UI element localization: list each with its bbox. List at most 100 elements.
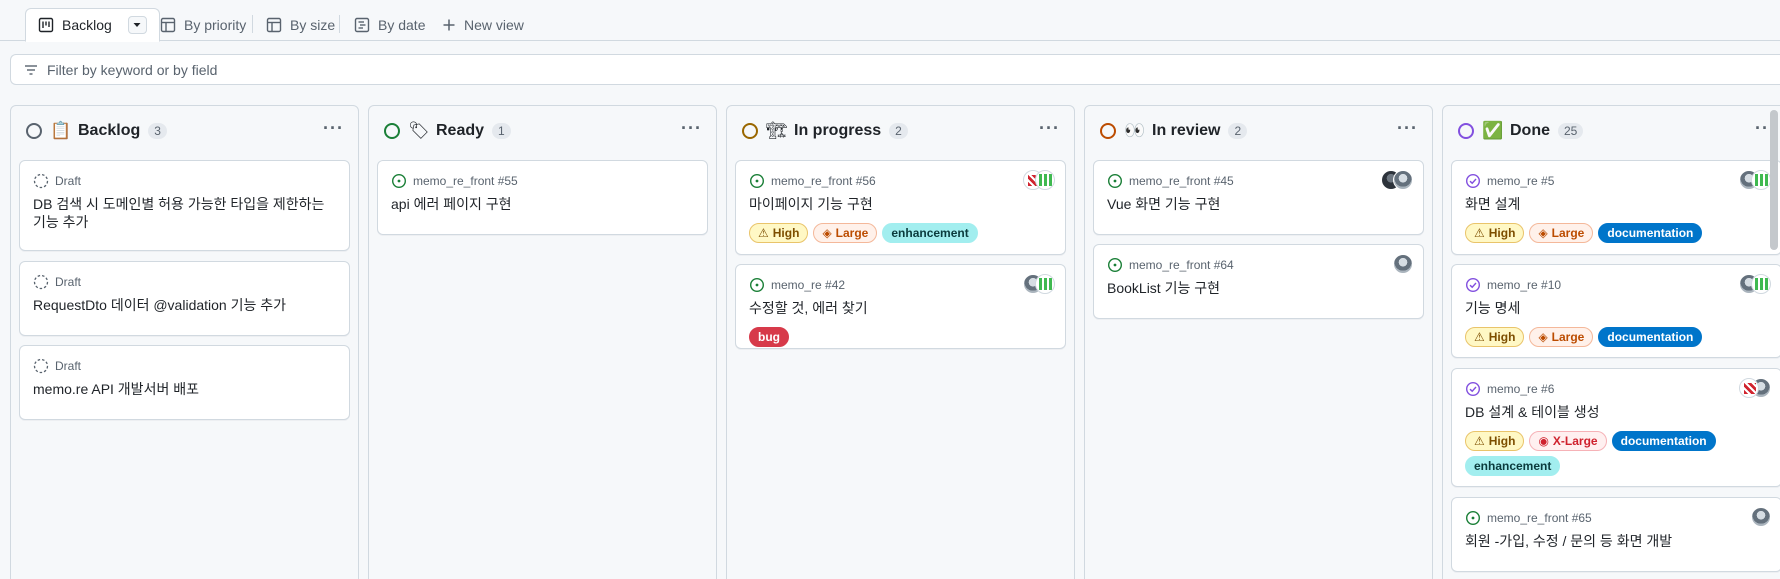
label-priority[interactable]: ⚠ High (1465, 431, 1525, 451)
card[interactable]: memo_re_front #45 Vue 화면 기능 구현 (1093, 160, 1424, 235)
warning-icon: ⚠ (758, 226, 769, 240)
card-title[interactable]: 화면 설계 (1465, 195, 1769, 213)
label-size[interactable]: ◈ Large (1529, 327, 1594, 347)
more-options-icon[interactable]: ··· (1039, 118, 1060, 139)
avatar[interactable] (1751, 507, 1771, 527)
plus-icon (443, 19, 455, 30)
issue-open-icon (1107, 173, 1123, 189)
tab-backlog[interactable]: Backlog (25, 8, 160, 42)
label-size[interactable]: ◈ Large (813, 223, 878, 243)
card-meta: memo_re #6 (1465, 381, 1554, 397)
card[interactable]: Draft memo.re API 개발서버 배포 (19, 345, 350, 420)
label-documentation[interactable]: documentation (1611, 431, 1716, 451)
clipboard-icon: 📋 (50, 121, 72, 140)
label-text: Large (835, 226, 869, 240)
issue-open-icon (1107, 257, 1123, 273)
tab-by-date[interactable]: By date (354, 8, 425, 41)
label-text: High (1488, 330, 1516, 344)
card[interactable]: memo_re #42 수정할 것, 에러 찾기 bug (735, 264, 1066, 349)
card-title[interactable]: DB 검색 시 도메인별 허용 가능한 타입을 제한하는 기능 추가 (33, 195, 337, 231)
column-header: 🏗 In progress 2 (727, 106, 1074, 156)
card[interactable]: memo_re #10 기능 명세 ⚠ High ◈ Large documenta… (1451, 264, 1780, 358)
card-title[interactable]: DB 설계 & 테이블 생성 (1465, 403, 1769, 421)
assignees (1393, 254, 1413, 274)
label-size[interactable]: ◉ X-Large (1529, 431, 1607, 451)
column-count: 25 (1558, 123, 1584, 139)
label-enhancement[interactable]: enhancement (1465, 456, 1561, 476)
card[interactable]: memo_re_front #56 마이페이지 기능 구현 ⚠ High ◈ Lar… (735, 160, 1066, 255)
card-title[interactable]: BookList 기능 구현 (1107, 279, 1411, 297)
more-options-icon[interactable]: ··· (1397, 118, 1418, 139)
label-documentation[interactable]: documentation (1598, 223, 1703, 243)
tab-by-size-label: By size (290, 16, 336, 33)
column-title: Ready (436, 122, 485, 139)
avatar[interactable] (1751, 170, 1771, 190)
card[interactable]: memo_re_front #64 BookList 기능 구현 (1093, 244, 1424, 319)
card-meta-text: memo_re_front #56 (771, 174, 876, 188)
tab-divider (339, 15, 340, 33)
assignees (1739, 378, 1771, 398)
card[interactable]: memo_re_front #55 api 에러 페이지 구현 (377, 160, 708, 235)
new-view-button[interactable]: New view (442, 8, 524, 41)
card-meta-text: memo_re #42 (771, 278, 846, 292)
label-priority[interactable]: ⚠ High (1465, 223, 1525, 243)
package-icon: ◈ (822, 226, 832, 240)
column-header: ✅ Done 25 (1443, 106, 1780, 156)
assignees (1739, 170, 1771, 190)
roadmap-icon (354, 17, 370, 32)
label-text: Large (1551, 226, 1585, 240)
tab-by-priority[interactable]: By priority (160, 8, 246, 41)
label-tag-icon: 🏷 (408, 121, 430, 140)
card-title[interactable]: Vue 화면 기능 구현 (1107, 195, 1411, 213)
card-title[interactable]: RequestDto 데이터 @validation 기능 추가 (33, 296, 337, 314)
card-meta: Draft (33, 173, 81, 189)
check-mark-icon: ✅ (1482, 121, 1504, 140)
card-title[interactable]: 회원 -가입, 수정 / 문의 등 화면 개발 (1465, 532, 1769, 550)
avatar[interactable] (1739, 378, 1759, 398)
card[interactable]: Draft DB 검색 시 도메인별 허용 가능한 타입을 제한하는 기능 추가 (19, 160, 350, 251)
more-options-icon[interactable]: ··· (681, 118, 702, 139)
column-title: In review (1152, 122, 1221, 139)
card[interactable]: memo_re #6 DB 설계 & 테이블 생성 ⚠ High ◉ X-Large… (1451, 368, 1780, 487)
label-priority[interactable]: ⚠ High (749, 223, 809, 243)
filter-input[interactable] (47, 61, 647, 78)
avatar[interactable] (1751, 274, 1771, 294)
card-title[interactable]: 마이페이지 기능 구현 (749, 195, 1053, 213)
tab-by-size[interactable]: By size (266, 8, 335, 41)
avatar[interactable] (1035, 274, 1055, 294)
label-bug[interactable]: bug (749, 327, 789, 347)
card[interactable]: memo_re_front #65 회원 -가입, 수정 / 문의 등 화면 개… (1451, 497, 1780, 572)
assignees (1023, 170, 1055, 190)
avatar[interactable] (1393, 254, 1413, 274)
card-title[interactable]: api 에러 페이지 구현 (391, 195, 695, 213)
card[interactable]: Draft RequestDto 데이터 @validation 기능 추가 (19, 261, 350, 336)
label-text: Large (1551, 330, 1585, 344)
warning-icon: ⚠ (1474, 226, 1485, 240)
card-title[interactable]: 기능 명세 (1465, 299, 1769, 317)
card[interactable]: memo_re #5 화면 설계 ⚠ High ◈ Large documentat… (1451, 160, 1780, 255)
label-priority[interactable]: ⚠ High (1465, 327, 1525, 347)
table-icon (160, 17, 176, 32)
card-meta-text: Draft (55, 275, 82, 289)
label-enhancement[interactable]: enhancement (882, 223, 978, 243)
card-meta: memo_re #10 (1465, 277, 1561, 293)
view-options-button[interactable] (127, 16, 147, 34)
package-icon: ◈ (1538, 226, 1548, 240)
column-title: Done (1510, 122, 1550, 139)
status-circle-icon (1458, 123, 1474, 139)
status-circle-icon (742, 123, 758, 139)
card-meta: Draft (33, 274, 81, 290)
scrollbar[interactable] (1770, 110, 1778, 250)
tab-by-date-label: By date (378, 16, 426, 33)
card-title[interactable]: 수정할 것, 에러 찾기 (749, 299, 1053, 317)
card-meta: memo_re_front #56 (749, 173, 876, 189)
draft-icon (33, 274, 49, 290)
label-size[interactable]: ◈ Large (1529, 223, 1594, 243)
more-options-icon[interactable]: ··· (323, 118, 344, 139)
card-meta: memo_re_front #64 (1107, 257, 1234, 273)
avatar[interactable] (1393, 170, 1413, 190)
label-documentation[interactable]: documentation (1598, 327, 1703, 347)
column-count: 2 (889, 123, 908, 139)
avatar[interactable] (1035, 170, 1055, 190)
card-title[interactable]: memo.re API 개발서버 배포 (33, 380, 337, 398)
